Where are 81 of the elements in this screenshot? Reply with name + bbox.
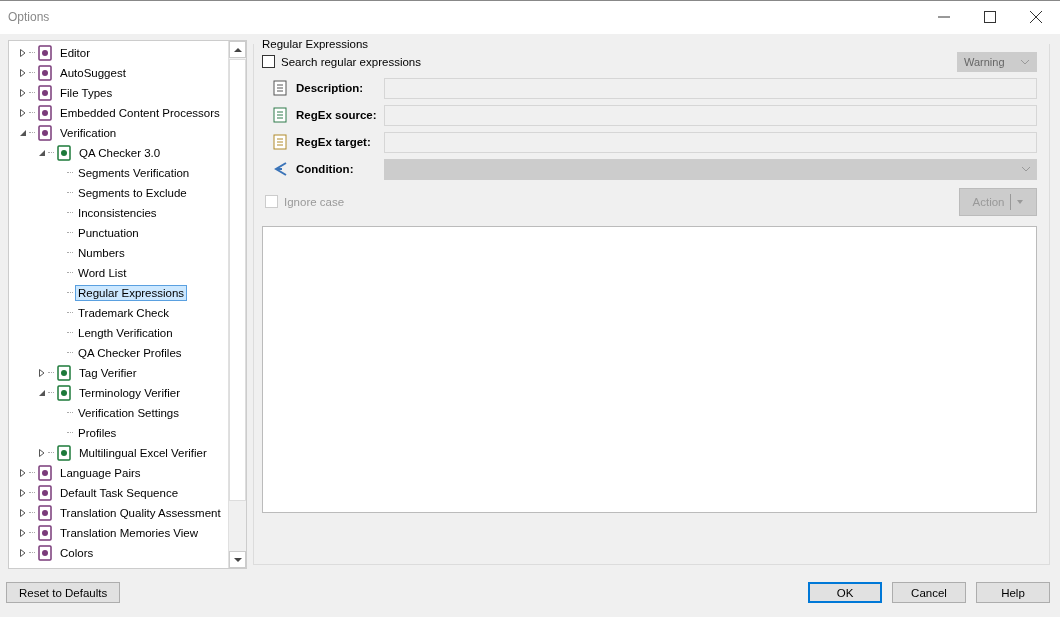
expand-icon[interactable] xyxy=(19,468,27,477)
field-label: Condition: xyxy=(296,163,355,176)
tree-item[interactable]: QA Checker Profiles xyxy=(75,344,185,361)
tree-item[interactable]: Regular Expressions xyxy=(75,284,188,301)
window-title: Options xyxy=(8,10,50,25)
tree-item[interactable]: Embedded Content Processors xyxy=(57,104,223,121)
checkbox[interactable] xyxy=(262,55,275,69)
maximize-icon[interactable] xyxy=(984,11,996,24)
input-field[interactable] xyxy=(384,131,1037,153)
tree-item[interactable]: Tag Verifier xyxy=(76,364,140,381)
dialog-button[interactable]: Help xyxy=(976,582,1050,604)
settings-page-icon xyxy=(37,124,53,141)
expand-icon[interactable] xyxy=(19,548,27,557)
tree-item[interactable]: Language Pairs xyxy=(57,464,144,481)
expand-icon[interactable] xyxy=(19,88,27,97)
tree-item[interactable]: Terminology Verifier xyxy=(76,384,183,401)
tree-item[interactable]: Multilingual Excel Verifier xyxy=(76,444,210,461)
scroll-up-icon[interactable] xyxy=(229,40,246,58)
document-icon xyxy=(272,134,288,151)
tree-item[interactable]: Inconsistencies xyxy=(75,204,160,221)
expand-icon[interactable] xyxy=(19,108,27,117)
tree-item[interactable]: Translation Memories View xyxy=(57,524,202,541)
tree-item[interactable]: Punctuation xyxy=(75,224,142,241)
tree-item[interactable]: Editor xyxy=(57,44,94,61)
chevron-icon xyxy=(1020,58,1030,65)
tree-item[interactable]: Translation Quality Assessment xyxy=(57,504,224,521)
tree-item[interactable]: Colors xyxy=(57,544,97,561)
expand-icon[interactable] xyxy=(19,508,27,517)
tree-item[interactable]: Profiles xyxy=(75,424,120,441)
expand-icon[interactable] xyxy=(38,368,46,377)
tree-item[interactable]: Length Verification xyxy=(75,324,176,341)
chevron-icon xyxy=(1021,166,1031,173)
document-icon xyxy=(272,107,288,124)
field-label: Description: xyxy=(296,82,365,95)
tree-item[interactable]: Numbers xyxy=(75,244,128,261)
settings-page-icon xyxy=(37,504,53,521)
settings-page-icon xyxy=(56,444,72,461)
tree-item[interactable]: Segments Verification xyxy=(75,164,193,181)
scroll-thumb[interactable] xyxy=(229,58,246,501)
checkbox-label: Search regular expressions xyxy=(281,55,421,68)
expand-icon[interactable] xyxy=(19,48,27,57)
settings-page-icon xyxy=(37,44,53,61)
settings-page-icon xyxy=(37,484,53,501)
document-icon xyxy=(272,80,288,97)
field-label: RegEx source: xyxy=(296,109,378,122)
expand-icon[interactable] xyxy=(19,488,27,497)
settings-page-icon xyxy=(37,64,53,81)
tree-item[interactable]: Default Task Sequence xyxy=(57,484,182,501)
tree-item[interactable]: Trademark Check xyxy=(75,304,172,321)
tree-item[interactable]: Verification Settings xyxy=(75,404,182,421)
tree-item[interactable]: File Types xyxy=(57,84,116,101)
input-field[interactable] xyxy=(384,104,1037,126)
settings-page-icon xyxy=(37,524,53,541)
tree-item[interactable]: Word List xyxy=(75,264,130,281)
tree-item[interactable]: AutoSuggest xyxy=(57,64,129,81)
settings-page-icon xyxy=(37,544,53,561)
settings-page-icon xyxy=(56,364,72,381)
tree-item[interactable]: Verification xyxy=(57,124,120,141)
expand-icon[interactable] xyxy=(19,68,27,77)
scrollbar[interactable] xyxy=(228,40,246,568)
settings-page-icon xyxy=(56,144,72,161)
collapse-icon[interactable] xyxy=(38,148,46,157)
expand-icon[interactable] xyxy=(38,448,46,457)
dialog-button[interactable]: Cancel xyxy=(892,582,966,604)
expand-icon[interactable] xyxy=(19,528,27,537)
tree-item[interactable]: QA Checker 3.0 xyxy=(76,144,164,161)
dialog-button[interactable]: OK xyxy=(808,582,882,604)
checkbox-label: Ignore case xyxy=(284,195,345,208)
scroll-down-icon[interactable] xyxy=(229,550,246,568)
field-label: RegEx target: xyxy=(296,136,372,149)
input-field[interactable] xyxy=(384,77,1037,99)
settings-page-icon xyxy=(37,464,53,481)
settings-page-icon xyxy=(56,384,72,401)
settings-page-icon xyxy=(37,84,53,101)
collapse-icon[interactable] xyxy=(19,128,27,137)
tree-item[interactable]: Segments to Exclude xyxy=(75,184,190,201)
caret-icon xyxy=(1017,199,1024,204)
collapse-icon[interactable] xyxy=(38,388,46,397)
reset-button[interactable]: Reset to Defaults xyxy=(6,582,121,604)
close-icon[interactable] xyxy=(1030,11,1042,24)
settings-page-icon xyxy=(37,104,53,121)
